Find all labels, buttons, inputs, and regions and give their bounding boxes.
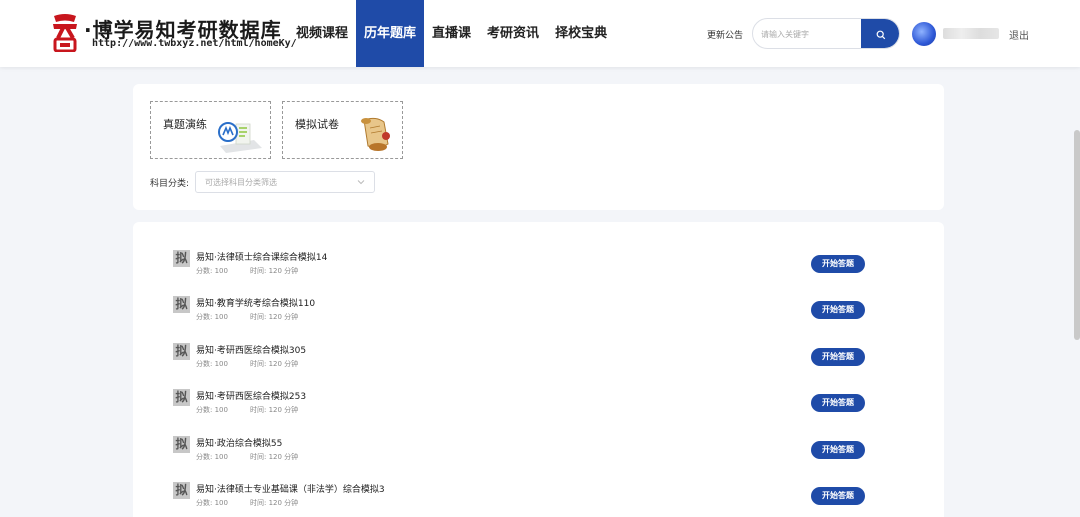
- filter-panel: 真题演练 模拟试卷 科目分类: 可选择科目分类筛选: [133, 84, 944, 210]
- page-scrollbar[interactable]: [1074, 130, 1080, 340]
- search-box: [752, 18, 900, 49]
- start-answer-button[interactable]: 开始答题: [811, 348, 865, 366]
- type-label: 模拟试卷: [295, 118, 339, 131]
- paper-meta: 分数: 100 时间: 120 分钟: [196, 267, 299, 275]
- paper-meta: 分数: 100 时间: 120 分钟: [196, 313, 299, 321]
- scroll-icon: [361, 117, 390, 151]
- update-announcement-link[interactable]: 更新公告: [707, 28, 743, 41]
- start-answer-button[interactable]: 开始答题: [811, 487, 865, 505]
- list-item: 拟 易知·法律硕士综合课综合模拟14 分数: 100 时间: 120 分钟 开始答…: [171, 247, 906, 283]
- tianwen-logo-icon: [53, 14, 77, 52]
- nav-school-guide[interactable]: 择校宝典: [547, 0, 615, 67]
- list-item: 拟 易知·教育学统考综合模拟110 分数: 100 时间: 120 分钟 开始答题: [171, 293, 906, 329]
- subject-filter-label: 科目分类:: [150, 179, 190, 189]
- exam-paper-icon: [218, 122, 262, 153]
- subject-filter-placeholder: 可选择科目分类筛选: [205, 178, 277, 187]
- username-redacted: [943, 28, 999, 39]
- mock-badge: 拟: [173, 250, 190, 267]
- paper-title[interactable]: 易知·教育学统考综合模拟110: [196, 296, 315, 309]
- start-answer-button[interactable]: 开始答题: [811, 301, 865, 319]
- paper-meta: 分数: 100 时间: 120 分钟: [196, 453, 299, 461]
- logout-link[interactable]: 退出: [1009, 27, 1029, 42]
- paper-meta: 分数: 100 时间: 120 分钟: [196, 360, 299, 368]
- start-answer-button[interactable]: 开始答题: [811, 255, 865, 273]
- paper-title[interactable]: 易知·法律硕士专业基础课（非法学）综合模拟3: [196, 482, 385, 495]
- brand-url: http://www.twbxyz.net/html/homeKy/: [92, 38, 297, 49]
- paper-title[interactable]: 易知·考研西医综合模拟253: [196, 389, 306, 402]
- search-button[interactable]: [861, 19, 899, 48]
- nav-past-papers[interactable]: 历年题库: [356, 0, 425, 67]
- list-item: 拟 易知·法律硕士专业基础课（非法学）综合模拟3 分数: 100 时间: 120 …: [171, 479, 906, 515]
- paper-title[interactable]: 易知·政治综合模拟55: [196, 436, 282, 449]
- mock-badge: 拟: [173, 389, 190, 406]
- mock-badge: 拟: [173, 296, 190, 313]
- type-label: 真题演练: [163, 118, 207, 131]
- nav-live-classes[interactable]: 直播课: [424, 0, 479, 67]
- nav-exam-news[interactable]: 考研资讯: [479, 0, 547, 67]
- user-avatar[interactable]: [912, 22, 936, 46]
- list-item: 拟 易知·考研西医综合模拟253 分数: 100 时间: 120 分钟 开始答题: [171, 386, 906, 422]
- paper-meta: 分数: 100 时间: 120 分钟: [196, 499, 299, 507]
- type-mock-papers[interactable]: 模拟试卷: [282, 101, 403, 159]
- main-nav: 视频课程 历年题库 直播课 考研资讯 择校宝典: [288, 0, 615, 67]
- mock-badge: 拟: [173, 482, 190, 499]
- top-header: ·博学易知考研数据库 http://www.twbxyz.net/html/ho…: [0, 0, 1080, 67]
- paper-title[interactable]: 易知·考研西医综合模拟305: [196, 343, 306, 356]
- search-input[interactable]: [761, 26, 861, 42]
- mock-badge: 拟: [173, 436, 190, 453]
- mock-paper-list: 拟 易知·法律硕士综合课综合模拟14 分数: 100 时间: 120 分钟 开始答…: [133, 222, 944, 517]
- start-answer-button[interactable]: 开始答题: [811, 394, 865, 412]
- subject-filter-select[interactable]: 可选择科目分类筛选: [195, 171, 375, 193]
- nav-video-courses[interactable]: 视频课程: [288, 0, 356, 67]
- chevron-down-icon: [357, 180, 365, 185]
- start-answer-button[interactable]: 开始答题: [811, 441, 865, 459]
- list-item: 拟 易知·考研西医综合模拟305 分数: 100 时间: 120 分钟 开始答题: [171, 340, 906, 376]
- brand-logo[interactable]: ·博学易知考研数据库 http://www.twbxyz.net/html/ho…: [50, 12, 297, 54]
- search-icon: [876, 30, 886, 39]
- type-real-exam-practice[interactable]: 真题演练: [150, 101, 271, 159]
- mock-badge: 拟: [173, 343, 190, 360]
- paper-meta: 分数: 100 时间: 120 分钟: [196, 406, 299, 414]
- paper-title[interactable]: 易知·法律硕士综合课综合模拟14: [196, 250, 327, 263]
- list-item: 拟 易知·政治综合模拟55 分数: 100 时间: 120 分钟 开始答题: [171, 433, 906, 469]
